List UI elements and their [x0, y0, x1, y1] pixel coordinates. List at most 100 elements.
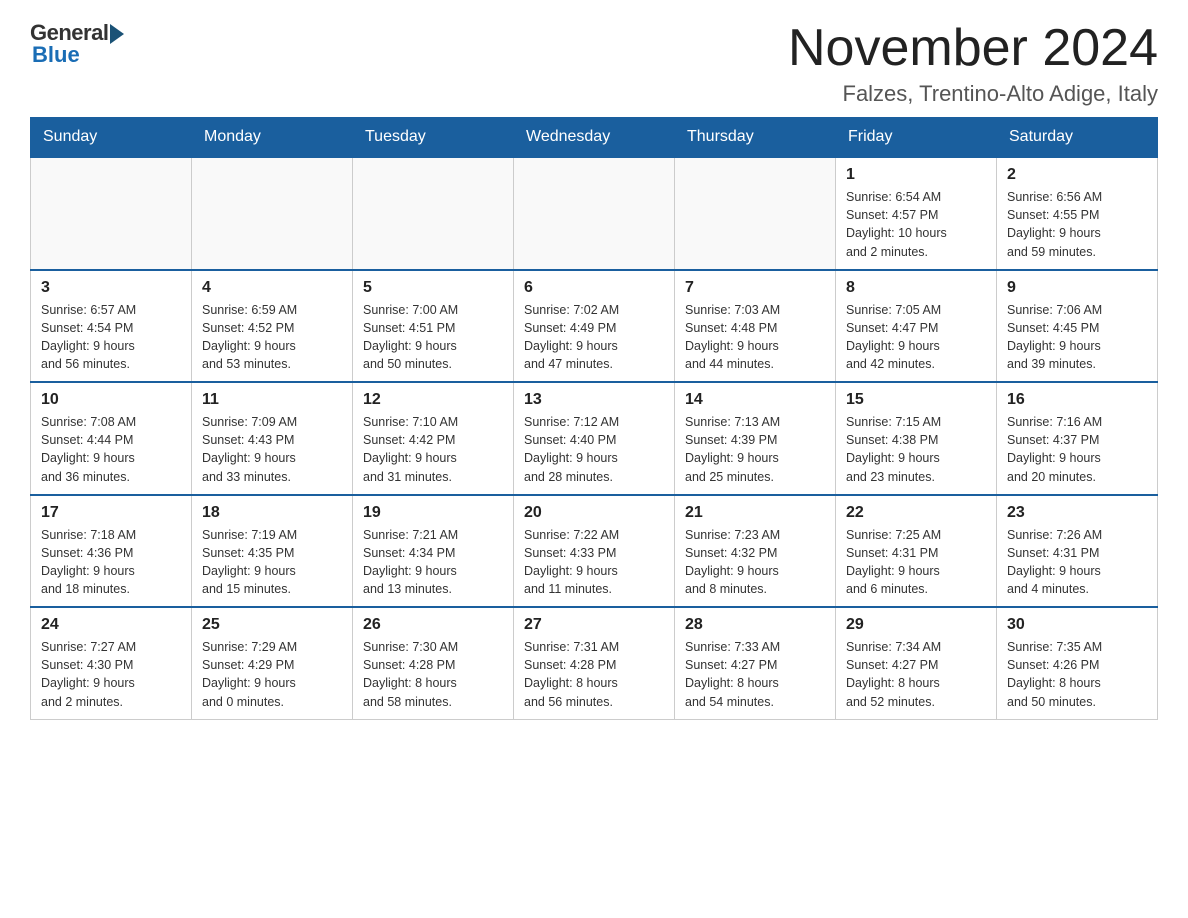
calendar-cell: 2 Sunrise: 6:56 AMSunset: 4:55 PMDaylight… — [997, 157, 1158, 270]
day-number: 6 — [524, 279, 664, 297]
calendar-cell — [192, 157, 353, 270]
day-info: Sunrise: 7:19 AMSunset: 4:35 PMDaylight:… — [202, 526, 342, 599]
day-number: 18 — [202, 504, 342, 522]
day-info: Sunrise: 7:33 AMSunset: 4:27 PMDaylight:… — [685, 638, 825, 711]
day-number: 22 — [846, 504, 986, 522]
day-number: 2 — [1007, 166, 1147, 184]
week-row-2: 3 Sunrise: 6:57 AMSunset: 4:54 PMDaylight… — [31, 270, 1158, 383]
title-block: November 2024 Falzes, Trentino-Alto Adig… — [788, 20, 1158, 107]
calendar-cell: 27 Sunrise: 7:31 AMSunset: 4:28 PMDayligh… — [514, 607, 675, 719]
calendar-cell: 21 Sunrise: 7:23 AMSunset: 4:32 PMDayligh… — [675, 495, 836, 608]
calendar-cell: 7 Sunrise: 7:03 AMSunset: 4:48 PMDaylight… — [675, 270, 836, 383]
column-header-monday: Monday — [192, 118, 353, 158]
calendar-cell: 24Sunrise: 7:27 AMSunset: 4:30 PMDayligh… — [31, 607, 192, 719]
day-info: Sunrise: 7:15 AMSunset: 4:38 PMDaylight:… — [846, 413, 986, 486]
calendar-cell: 30 Sunrise: 7:35 AMSunset: 4:26 PMDayligh… — [997, 607, 1158, 719]
calendar-cell: 19 Sunrise: 7:21 AMSunset: 4:34 PMDayligh… — [353, 495, 514, 608]
calendar-cell: 1 Sunrise: 6:54 AMSunset: 4:57 PMDaylight… — [836, 157, 997, 270]
column-header-thursday: Thursday — [675, 118, 836, 158]
day-number: 21 — [685, 504, 825, 522]
calendar-cell — [675, 157, 836, 270]
calendar-cell: 25 Sunrise: 7:29 AMSunset: 4:29 PMDayligh… — [192, 607, 353, 719]
calendar-cell: 29 Sunrise: 7:34 AMSunset: 4:27 PMDayligh… — [836, 607, 997, 719]
day-number: 7 — [685, 279, 825, 297]
day-info: Sunrise: 7:09 AMSunset: 4:43 PMDaylight:… — [202, 413, 342, 486]
day-info: Sunrise: 7:03 AMSunset: 4:48 PMDaylight:… — [685, 301, 825, 374]
day-number: 28 — [685, 616, 825, 634]
day-number: 19 — [363, 504, 503, 522]
column-header-saturday: Saturday — [997, 118, 1158, 158]
day-info: Sunrise: 7:16 AMSunset: 4:37 PMDaylight:… — [1007, 413, 1147, 486]
day-info: Sunrise: 7:35 AMSunset: 4:26 PMDaylight:… — [1007, 638, 1147, 711]
day-info: Sunrise: 7:22 AMSunset: 4:33 PMDaylight:… — [524, 526, 664, 599]
day-info: Sunrise: 7:29 AMSunset: 4:29 PMDaylight:… — [202, 638, 342, 711]
logo: General Blue — [30, 20, 124, 68]
calendar-cell: 6 Sunrise: 7:02 AMSunset: 4:49 PMDaylight… — [514, 270, 675, 383]
calendar-cell: 9 Sunrise: 7:06 AMSunset: 4:45 PMDaylight… — [997, 270, 1158, 383]
day-number: 27 — [524, 616, 664, 634]
calendar-cell: 28 Sunrise: 7:33 AMSunset: 4:27 PMDayligh… — [675, 607, 836, 719]
day-number: 20 — [524, 504, 664, 522]
calendar-cell: 4 Sunrise: 6:59 AMSunset: 4:52 PMDaylight… — [192, 270, 353, 383]
calendar-cell: 8 Sunrise: 7:05 AMSunset: 4:47 PMDaylight… — [836, 270, 997, 383]
day-number: 12 — [363, 391, 503, 409]
logo-blue-text: Blue — [32, 42, 80, 68]
day-number: 17 — [41, 504, 181, 522]
day-number: 29 — [846, 616, 986, 634]
week-row-4: 17 Sunrise: 7:18 AMSunset: 4:36 PMDayligh… — [31, 495, 1158, 608]
calendar-cell: 5Sunrise: 7:00 AMSunset: 4:51 PMDaylight… — [353, 270, 514, 383]
calendar-cell: 26 Sunrise: 7:30 AMSunset: 4:28 PMDayligh… — [353, 607, 514, 719]
day-number: 3 — [41, 279, 181, 297]
calendar-cell: 13Sunrise: 7:12 AMSunset: 4:40 PMDayligh… — [514, 382, 675, 495]
day-info: Sunrise: 7:31 AMSunset: 4:28 PMDaylight:… — [524, 638, 664, 711]
calendar-cell: 14 Sunrise: 7:13 AMSunset: 4:39 PMDayligh… — [675, 382, 836, 495]
calendar-cell — [31, 157, 192, 270]
day-info: Sunrise: 7:02 AMSunset: 4:49 PMDaylight:… — [524, 301, 664, 374]
day-info: Sunrise: 7:13 AMSunset: 4:39 PMDaylight:… — [685, 413, 825, 486]
column-header-friday: Friday — [836, 118, 997, 158]
location-subtitle: Falzes, Trentino-Alto Adige, Italy — [788, 81, 1158, 107]
day-info: Sunrise: 7:10 AMSunset: 4:42 PMDaylight:… — [363, 413, 503, 486]
day-info: Sunrise: 7:27 AMSunset: 4:30 PMDaylight:… — [41, 638, 181, 711]
day-info: Sunrise: 7:25 AMSunset: 4:31 PMDaylight:… — [846, 526, 986, 599]
day-info: Sunrise: 7:06 AMSunset: 4:45 PMDaylight:… — [1007, 301, 1147, 374]
day-number: 25 — [202, 616, 342, 634]
day-info: Sunrise: 7:34 AMSunset: 4:27 PMDaylight:… — [846, 638, 986, 711]
day-info: Sunrise: 7:18 AMSunset: 4:36 PMDaylight:… — [41, 526, 181, 599]
day-info: Sunrise: 7:23 AMSunset: 4:32 PMDaylight:… — [685, 526, 825, 599]
day-info: Sunrise: 7:26 AMSunset: 4:31 PMDaylight:… — [1007, 526, 1147, 599]
calendar-header-row: SundayMondayTuesdayWednesdayThursdayFrid… — [31, 118, 1158, 158]
calendar-cell: 16 Sunrise: 7:16 AMSunset: 4:37 PMDayligh… — [997, 382, 1158, 495]
calendar-cell: 17 Sunrise: 7:18 AMSunset: 4:36 PMDayligh… — [31, 495, 192, 608]
month-title: November 2024 — [788, 20, 1158, 77]
day-number: 30 — [1007, 616, 1147, 634]
day-number: 13 — [524, 391, 664, 409]
day-info: Sunrise: 7:05 AMSunset: 4:47 PMDaylight:… — [846, 301, 986, 374]
day-number: 15 — [846, 391, 986, 409]
calendar-cell: 20 Sunrise: 7:22 AMSunset: 4:33 PMDayligh… — [514, 495, 675, 608]
day-number: 9 — [1007, 279, 1147, 297]
day-number: 16 — [1007, 391, 1147, 409]
day-info: Sunrise: 6:59 AMSunset: 4:52 PMDaylight:… — [202, 301, 342, 374]
day-info: Sunrise: 7:21 AMSunset: 4:34 PMDaylight:… — [363, 526, 503, 599]
day-info: Sunrise: 6:57 AMSunset: 4:54 PMDaylight:… — [41, 301, 181, 374]
day-number: 8 — [846, 279, 986, 297]
day-number: 1 — [846, 166, 986, 184]
day-number: 4 — [202, 279, 342, 297]
calendar-cell — [353, 157, 514, 270]
week-row-5: 24Sunrise: 7:27 AMSunset: 4:30 PMDayligh… — [31, 607, 1158, 719]
calendar-cell: 3 Sunrise: 6:57 AMSunset: 4:54 PMDaylight… — [31, 270, 192, 383]
day-number: 10 — [41, 391, 181, 409]
day-info: Sunrise: 7:30 AMSunset: 4:28 PMDaylight:… — [363, 638, 503, 711]
day-info: Sunrise: 6:54 AMSunset: 4:57 PMDaylight:… — [846, 188, 986, 261]
calendar-cell: 11Sunrise: 7:09 AMSunset: 4:43 PMDayligh… — [192, 382, 353, 495]
day-info: Sunrise: 6:56 AMSunset: 4:55 PMDaylight:… — [1007, 188, 1147, 261]
calendar-cell: 18 Sunrise: 7:19 AMSunset: 4:35 PMDayligh… — [192, 495, 353, 608]
day-number: 26 — [363, 616, 503, 634]
day-number: 5 — [363, 279, 503, 297]
day-info: Sunrise: 7:08 AMSunset: 4:44 PMDaylight:… — [41, 413, 181, 486]
calendar-cell: 15 Sunrise: 7:15 AMSunset: 4:38 PMDayligh… — [836, 382, 997, 495]
calendar-cell: 12 Sunrise: 7:10 AMSunset: 4:42 PMDayligh… — [353, 382, 514, 495]
calendar-table: SundayMondayTuesdayWednesdayThursdayFrid… — [30, 117, 1158, 720]
day-number: 14 — [685, 391, 825, 409]
